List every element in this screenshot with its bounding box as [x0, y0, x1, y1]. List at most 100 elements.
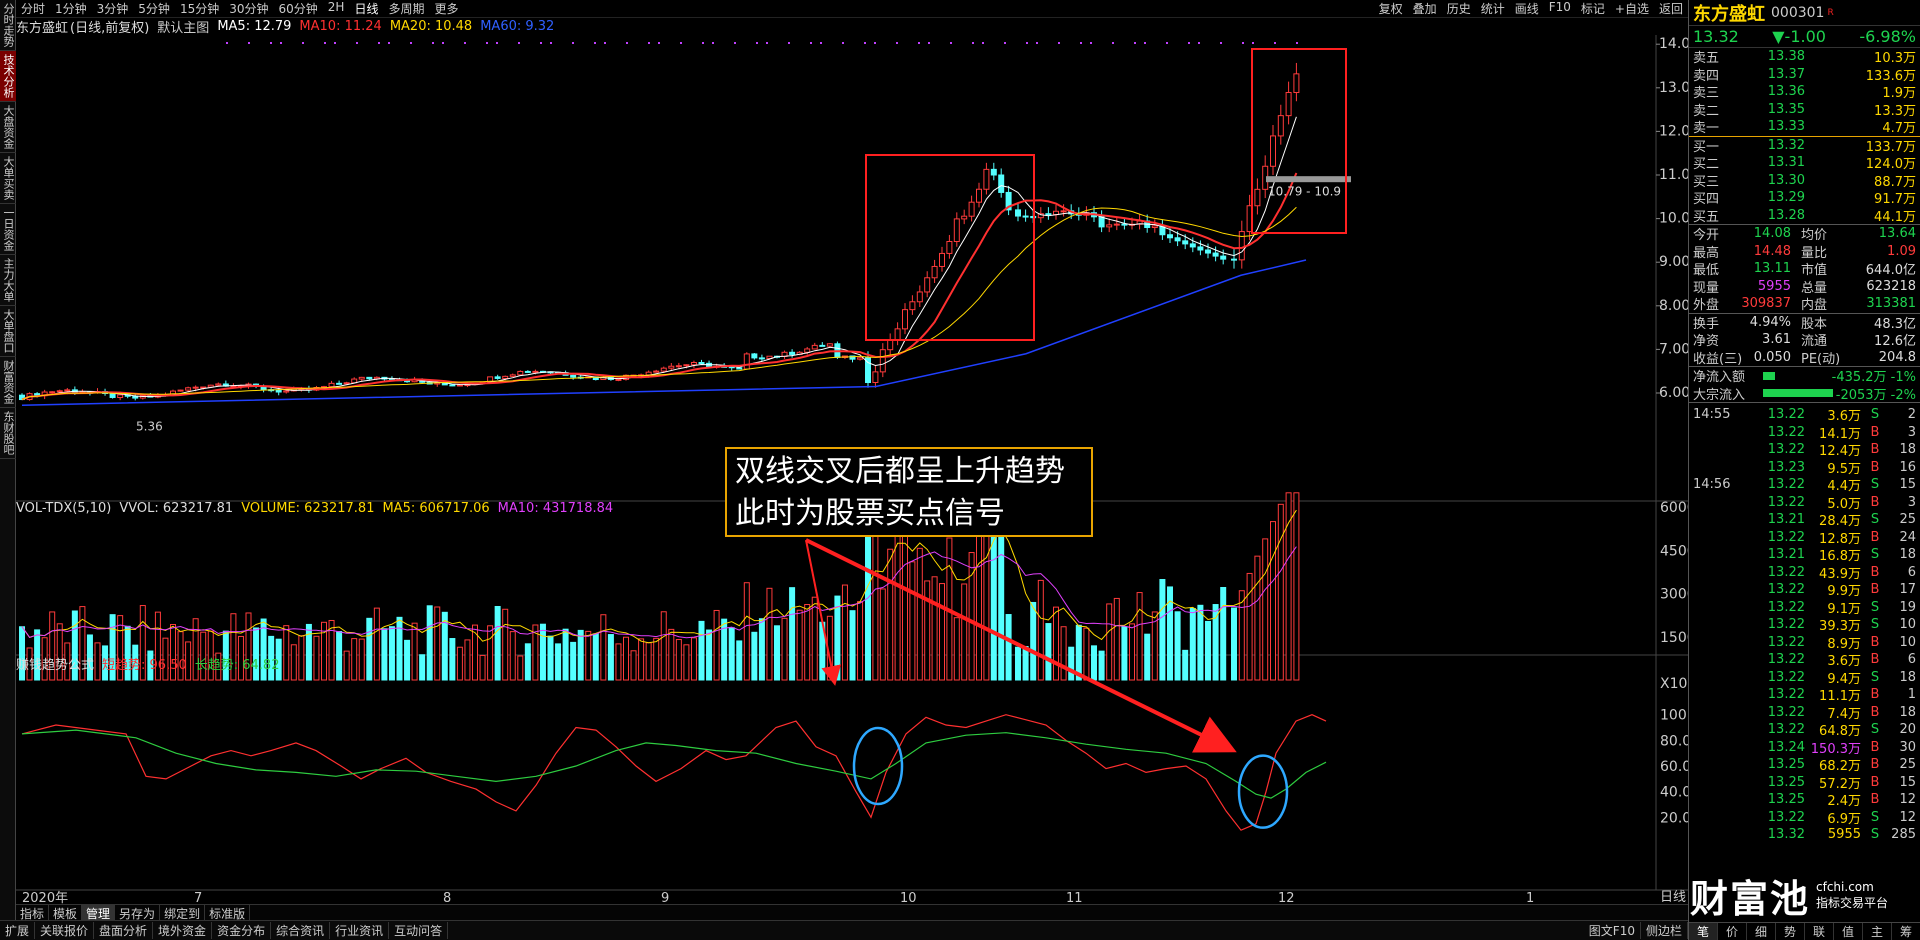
stock-name-label: 东方盛虹 — [16, 21, 69, 36]
toolbar-button-2[interactable]: 历史 — [1442, 0, 1476, 17]
indicator-name-label[interactable]: 赚钱趋势公式 — [16, 654, 94, 673]
volume-bar — [1015, 646, 1021, 681]
price-change-pct: -6.98% — [1859, 27, 1916, 46]
left-tab-0[interactable]: 分时走势 — [0, 0, 16, 51]
bid-price: 13.29 — [1767, 190, 1805, 206]
tick-count: 15 — [1899, 774, 1916, 790]
period-tab-8[interactable]: 日线 — [349, 0, 383, 17]
toolbar-button-7[interactable]: +自选 — [1610, 0, 1654, 17]
candle-body — [976, 188, 982, 203]
vol-indicator-label[interactable]: VOL-TDX(5,10) — [16, 501, 111, 516]
left-tab-4[interactable]: 一日资金 — [0, 204, 16, 255]
indicator-tab-2[interactable]: 管理 — [82, 905, 116, 921]
tick-volume: 4.4万 — [1827, 479, 1861, 495]
volume-bar — [1182, 649, 1189, 681]
quote-panel-tabs: 笔价细势联值主筹 — [1689, 922, 1920, 940]
status-item-6[interactable]: 行业资讯 — [330, 922, 390, 939]
status-item-3[interactable]: 境外资金 — [153, 922, 213, 939]
candle-body — [804, 348, 811, 353]
left-tab-8[interactable]: 东财股吧 — [0, 408, 16, 459]
indicator-tab-5[interactable]: 标准版 — [205, 905, 251, 921]
toolbar-button-5[interactable]: F10 — [1544, 0, 1576, 17]
quote-tab-0[interactable]: 笔 — [1689, 923, 1718, 940]
month-label: 8 — [443, 891, 451, 905]
volume-bar — [1174, 611, 1181, 681]
indicator-tab-3[interactable]: 另存为 — [115, 905, 161, 921]
volume-bar — [1030, 601, 1037, 681]
status-right-item-0[interactable]: 图文F10 — [1584, 922, 1641, 939]
signal-dot — [432, 42, 434, 44]
quote-tab-5[interactable]: 值 — [1834, 923, 1863, 940]
volume-bar — [1238, 590, 1245, 681]
bid-row-4: 买五 13.28 44.1万 — [1689, 207, 1920, 225]
period-tab-6[interactable]: 60分钟 — [274, 0, 323, 17]
tick-count: 285 — [1891, 827, 1916, 843]
period-tab-0[interactable]: 分时 — [16, 0, 50, 17]
left-tab-7[interactable]: 财富资金 — [0, 357, 16, 408]
tick-row: 13.23 9.5万 B 16 — [1689, 459, 1920, 477]
tick-row: 13.24 150.3万 B 30 — [1689, 739, 1920, 757]
stat-value: 14.48 — [1753, 243, 1791, 259]
period-tab-5[interactable]: 30分钟 — [224, 0, 273, 17]
left-tab-1[interactable]: 技术分析 — [0, 51, 16, 102]
volume-bar — [931, 576, 938, 681]
tick-count: 12 — [1899, 809, 1916, 825]
ask-level: 卖五 — [1693, 51, 1720, 67]
quote-tab-1[interactable]: 价 — [1718, 923, 1747, 940]
bid-volume: 44.1万 — [1874, 209, 1916, 225]
toolbar-button-8[interactable]: 返回 — [1654, 0, 1688, 17]
indicator-tab-4[interactable]: 绑定到 — [160, 905, 206, 921]
volume-bar — [1293, 492, 1300, 681]
signal-dot — [766, 42, 768, 44]
stat-key: PE(动) — [1801, 351, 1841, 367]
left-tab-3[interactable]: 大单买卖 — [0, 153, 16, 204]
quote-tab-4[interactable]: 联 — [1805, 923, 1834, 940]
toolbar-button-4[interactable]: 画线 — [1510, 0, 1544, 17]
bid-row-0: 买一 13.32 133.7万 — [1689, 137, 1920, 155]
signal-dot — [680, 42, 682, 44]
tick-volume: 8.9万 — [1827, 636, 1861, 652]
signal-dot — [712, 42, 714, 44]
quote-tab-7[interactable]: 筹 — [1892, 923, 1920, 940]
candle-body — [215, 383, 222, 386]
status-item-4[interactable]: 资金分布 — [212, 922, 272, 939]
stat-value: 12.6亿 — [1874, 334, 1916, 350]
toolbar-button-6[interactable]: 标记 — [1576, 0, 1610, 17]
left-tab-2[interactable]: 大盘资金 — [0, 102, 16, 153]
left-tab-5[interactable]: 主力大单 — [0, 255, 16, 306]
tick-price: 13.22 — [1767, 704, 1805, 720]
rating-badge: R — [1827, 7, 1834, 18]
main-chart-label[interactable]: 默认主图 — [157, 17, 209, 36]
period-tab-1[interactable]: 1分钟 — [50, 0, 92, 17]
status-right-item-1[interactable]: 侧边栏 — [1641, 922, 1688, 939]
toolbar-button-0[interactable]: 复权 — [1374, 0, 1408, 17]
volume-bar — [1189, 607, 1196, 681]
period-tab-3[interactable]: 5分钟 — [133, 0, 175, 17]
status-item-2[interactable]: 盘面分析 — [94, 922, 154, 939]
period-tab-10[interactable]: 更多 — [429, 0, 463, 17]
period-tab-7[interactable]: 2H — [323, 0, 350, 17]
indicator-tab-0[interactable]: 指标 — [16, 905, 50, 921]
left-tab-6[interactable]: 大单盘口 — [0, 306, 16, 357]
status-item-7[interactable]: 互动问答 — [389, 922, 449, 939]
period-tab-9[interactable]: 多周期 — [383, 0, 429, 17]
stat-row: 今开 14.08 均价 13.64 — [1689, 225, 1920, 243]
signal-dot — [756, 42, 758, 44]
quote-tab-3[interactable]: 势 — [1776, 923, 1805, 940]
tick-row: 13.22 8.9万 B 10 — [1689, 634, 1920, 652]
candle-body — [668, 365, 675, 369]
quote-tab-6[interactable]: 主 — [1863, 923, 1892, 940]
candle-body — [502, 375, 509, 379]
indicator-tab-1[interactable]: 模板 — [49, 905, 83, 921]
status-item-5[interactable]: 综合资讯 — [271, 922, 331, 939]
signal-dot — [1188, 42, 1190, 44]
toolbar-button-3[interactable]: 统计 — [1476, 0, 1510, 17]
status-item-0[interactable]: 扩展 — [0, 922, 36, 939]
period-tab-4[interactable]: 15分钟 — [175, 0, 224, 17]
quote-tab-2[interactable]: 细 — [1747, 923, 1776, 940]
signal-dot — [1036, 42, 1038, 44]
toolbar-button-1[interactable]: 叠加 — [1408, 0, 1442, 17]
status-item-1[interactable]: 关联报价 — [35, 922, 95, 939]
period-tab-2[interactable]: 3分钟 — [92, 0, 134, 17]
indicator-tick: 20.00 — [1660, 810, 1688, 826]
